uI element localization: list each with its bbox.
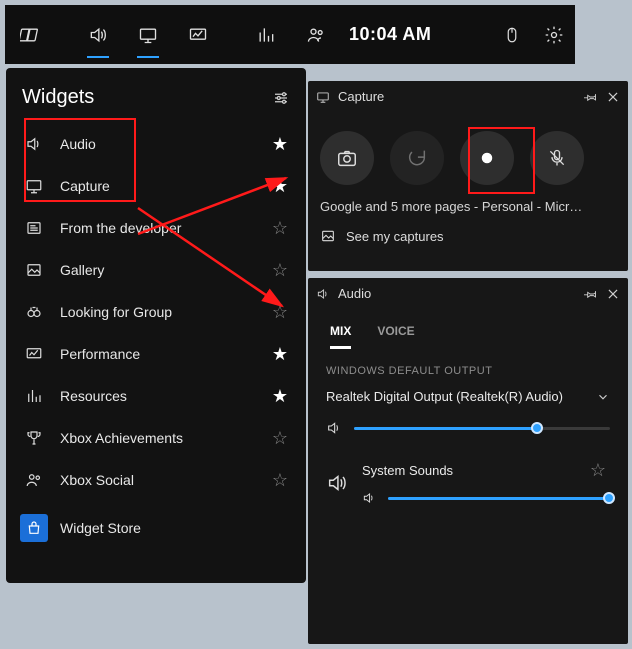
volume-icon [20,130,48,158]
capture-window-name: Google and 5 more pages - Personal - Mic… [308,195,628,218]
see-captures-button[interactable]: See my captures [308,218,628,252]
widget-item-developer[interactable]: From the developer ☆ [14,207,298,249]
output-device-name: Realtek Digital Output (Realtek(R) Audio… [326,389,563,404]
volume-icon[interactable] [326,420,342,436]
widget-item-gallery[interactable]: Gallery ☆ [14,249,298,291]
audio-tabs: MIX VOICE [308,310,628,349]
star-outline-icon[interactable]: ☆ [268,302,292,323]
pin-icon[interactable] [584,287,598,301]
audio-panel: Audio MIX VOICE WINDOWS DEFAULT OUTPUT R… [308,278,628,644]
xbox-social-widget-icon[interactable] [291,5,341,64]
capture-header-icon [316,90,330,104]
clock: 10:04 AM [349,24,431,45]
audio-header-icon [316,287,330,301]
gallery-icon [20,256,48,284]
star-icon[interactable]: ★ [268,344,292,365]
performance-widget-icon[interactable] [173,5,223,64]
capture-widget-icon[interactable] [123,5,173,64]
output-section-label: WINDOWS DEFAULT OUTPUT [308,349,628,383]
tab-voice[interactable]: VOICE [377,316,414,349]
widgets-toggle-icon[interactable] [5,5,55,64]
widget-store-label: Widget Store [60,520,292,536]
chart-icon [20,340,48,368]
star-icon[interactable]: ★ [268,134,292,155]
star-outline-icon[interactable]: ☆ [268,260,292,281]
volume-icon[interactable] [362,491,376,505]
game-bar: 10:04 AM [5,5,575,64]
news-icon [20,214,48,242]
resources-widget-icon[interactable] [241,5,291,64]
star-icon[interactable]: ★ [268,176,292,197]
people-icon [20,466,48,494]
widget-item-label: Xbox Achievements [60,430,268,446]
output-device-row[interactable]: Realtek Digital Output (Realtek(R) Audio… [308,383,628,410]
monitor-icon [20,172,48,200]
widget-item-label: From the developer [60,220,268,236]
widget-item-capture[interactable]: Capture ★ [14,165,298,207]
widget-item-achievements[interactable]: Xbox Achievements ☆ [14,417,298,459]
widget-item-label: Gallery [60,262,268,278]
star-outline-icon[interactable]: ☆ [268,428,292,449]
tab-mix[interactable]: MIX [330,316,351,349]
widget-item-label: Looking for Group [60,304,268,320]
star-outline-icon[interactable]: ☆ [268,218,292,239]
star-icon[interactable]: ★ [268,386,292,407]
star-outline-icon[interactable]: ☆ [268,470,292,491]
widgets-panel: Widgets Audio ★ Capture ★ From the devel… [6,68,306,583]
capture-title: Capture [338,89,576,104]
widgets-settings-icon[interactable] [272,89,290,107]
capture-panel: Capture Google and 5 more pages - Person… [308,81,628,271]
close-icon[interactable] [606,90,620,104]
widget-store[interactable]: Widget Store [14,507,298,549]
widget-item-label: Xbox Social [60,472,268,488]
widget-item-label: Performance [60,346,268,362]
speaker-icon [326,472,348,494]
mic-mute-button[interactable] [530,131,584,185]
widget-item-resources[interactable]: Resources ★ [14,375,298,417]
widget-item-label: Resources [60,388,268,404]
pin-icon[interactable] [584,90,598,104]
widget-item-lfg[interactable]: Looking for Group ☆ [14,291,298,333]
store-icon [20,514,48,542]
trophy-icon [20,424,48,452]
binoculars-icon [20,298,48,326]
record-last-button[interactable] [390,131,444,185]
widget-item-social[interactable]: Xbox Social ☆ [14,459,298,501]
star-outline-icon[interactable]: ☆ [586,460,610,481]
mixer-app-name: System Sounds [362,463,453,478]
screenshot-button[interactable] [320,131,374,185]
record-button[interactable] [460,131,514,185]
mouse-icon[interactable] [491,5,533,64]
chevron-down-icon [596,390,610,404]
system-sounds-slider[interactable] [388,491,610,505]
close-icon[interactable] [606,287,620,301]
see-captures-label: See my captures [346,229,444,244]
widgets-title: Widgets [22,86,94,109]
audio-widget-icon[interactable] [73,5,123,64]
widget-item-label: Capture [60,178,268,194]
bars-icon [20,382,48,410]
master-volume-slider[interactable] [354,421,610,435]
master-volume-row [308,410,628,446]
widget-item-performance[interactable]: Performance ★ [14,333,298,375]
audio-title: Audio [338,286,576,301]
widget-item-label: Audio [60,136,268,152]
widget-item-audio[interactable]: Audio ★ [14,123,298,165]
settings-icon[interactable] [533,5,575,64]
